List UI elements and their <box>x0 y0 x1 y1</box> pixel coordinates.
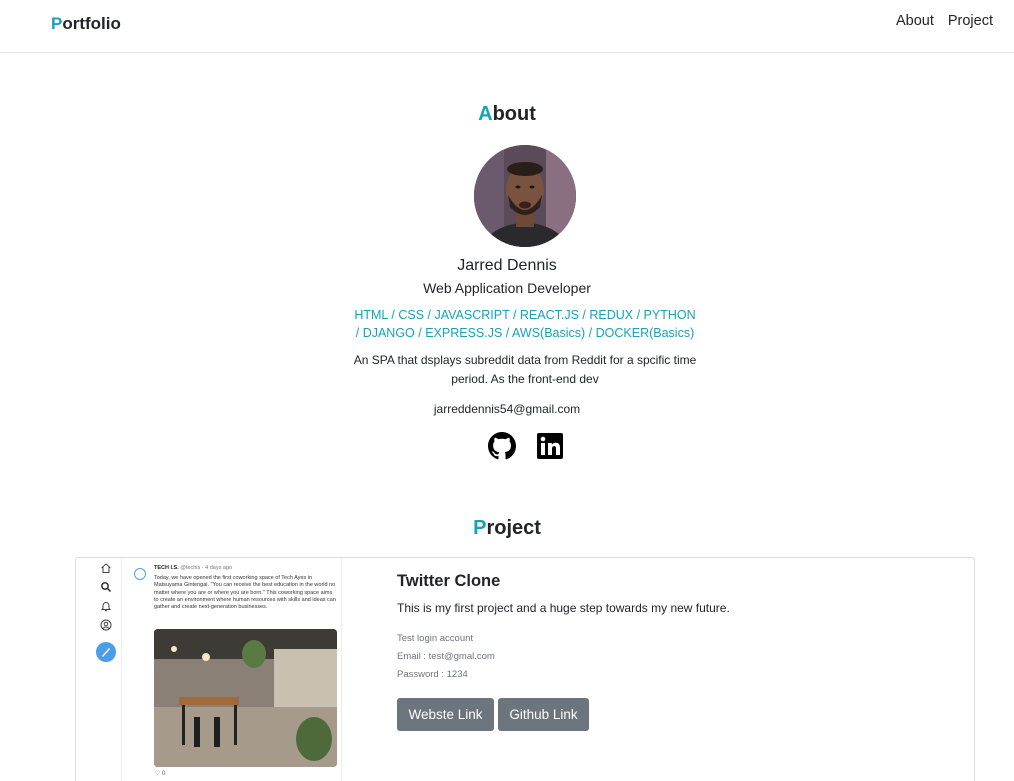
test-login-password: Password : 1234 <box>397 669 468 680</box>
project-heading-rest: roject <box>486 517 541 539</box>
profile-email: jarreddennis54@gmail.com <box>433 402 581 416</box>
website-link-button[interactable]: Webste Link <box>397 698 494 731</box>
globe-icon <box>134 568 146 580</box>
skills-list: HTML / CSS / JAVASCRIPT / REACT.JS / RED… <box>354 308 696 340</box>
project-card: TECH I.S. @techis · 4 days ago Today, we… <box>75 557 975 781</box>
project-heading-first-letter: P <box>473 517 487 539</box>
nav-link-project[interactable]: Project <box>948 13 993 29</box>
tweet-handle: TECH I.S. @techis · 4 days ago <box>154 565 233 571</box>
brand-rest: ortfolio <box>62 14 121 33</box>
profile-role: Web Application Developer <box>423 280 591 296</box>
about-heading-first-letter: A <box>478 103 493 125</box>
search-icon <box>101 582 111 592</box>
nav-links: About Project <box>896 13 993 29</box>
avatar-portrait <box>474 145 576 247</box>
nav-link-about[interactable]: About <box>896 13 934 29</box>
test-login-label: Test login account <box>397 633 474 644</box>
profile-icon <box>100 619 112 631</box>
like-count: ♡ 0 <box>155 771 166 777</box>
brand-first-letter: P <box>51 14 63 33</box>
navbar: Portfolio About Project <box>0 0 1014 53</box>
bell-icon <box>100 602 112 612</box>
project-title: Twitter Clone <box>397 572 501 590</box>
test-login-email: Email : test@gmal.com <box>397 651 495 662</box>
about-heading-rest: bout <box>492 103 536 125</box>
avatar <box>474 145 576 247</box>
github-link-button[interactable]: Github Link <box>498 698 589 731</box>
home-icon <box>101 563 111 573</box>
project-heading: Project <box>0 517 1014 540</box>
tweet-photo <box>154 629 337 767</box>
thumbnail-sidebar <box>76 558 122 781</box>
compose-icon <box>96 642 116 662</box>
social-links <box>488 432 564 460</box>
profile-name: Jarred Dennis <box>457 257 557 274</box>
linkedin-icon[interactable] <box>536 432 564 460</box>
github-icon[interactable] <box>488 432 516 460</box>
brand-logo[interactable]: Portfolio <box>51 14 121 34</box>
project-thumbnail: TECH I.S. @techis · 4 days ago Today, we… <box>76 558 342 781</box>
tweet-text: Today, we have opened the first coworkin… <box>154 575 336 611</box>
profile-description: An SPA that dsplays subreddit data from … <box>353 353 697 386</box>
project-description: This is my first project and a huge step… <box>397 601 730 615</box>
about-heading: About <box>0 103 1014 126</box>
